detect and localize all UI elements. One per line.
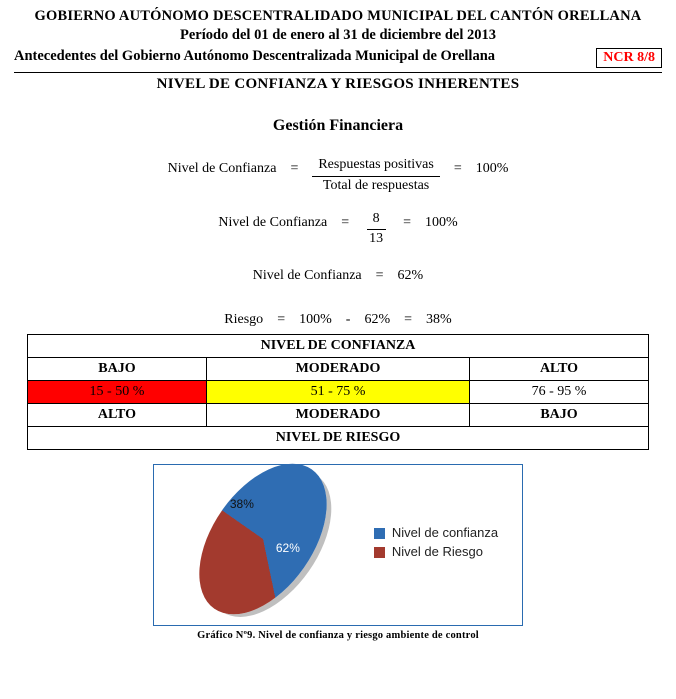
formula-4-b: 62% bbox=[364, 308, 390, 328]
ncr-badge: NCR 8/8 bbox=[596, 48, 662, 68]
chart-caption: Gráfico Nº9. Nivel de confianza y riesgo… bbox=[14, 630, 662, 641]
fraction-numerator: Respuestas positivas bbox=[312, 157, 440, 177]
formula-4: Riesgo = 100% - 62% = 38% bbox=[14, 308, 662, 328]
formula-1-rhs: 100% bbox=[476, 157, 509, 177]
fraction-denominator: 13 bbox=[363, 230, 389, 248]
formula-1: Nivel de Confianza = Respuestas positiva… bbox=[14, 157, 662, 195]
formula-3-rhs: 62% bbox=[398, 264, 424, 284]
formula-4-rhs: 38% bbox=[426, 308, 452, 328]
table-cell-range-low: 15 - 50 % bbox=[27, 381, 206, 404]
minus-sign: - bbox=[346, 308, 351, 328]
header-line-1: GOBIERNO AUTÓNOMO DESCENTRALIDADO MUNICI… bbox=[14, 8, 662, 25]
formula-2: Nivel de Confianza = 8 13 = 100% bbox=[14, 211, 662, 249]
equals-sign: = bbox=[277, 308, 285, 328]
fraction: 8 13 bbox=[363, 211, 389, 249]
table-cell-range-high: 76 - 95 % bbox=[470, 381, 649, 404]
section-title: NIVEL DE CONFIANZA Y RIESGOS INHERENTES bbox=[14, 73, 662, 99]
table-cell: MODERADO bbox=[206, 358, 469, 381]
equals-sign: = bbox=[403, 211, 411, 231]
subtitle: Gestión Financiera bbox=[14, 117, 662, 135]
formula-1-lhs: Nivel de Confianza bbox=[168, 157, 277, 177]
table-cell: MODERADO bbox=[206, 404, 469, 427]
formula-3: Nivel de Confianza = 62% bbox=[14, 264, 662, 284]
table-title-top: NIVEL DE CONFIANZA bbox=[27, 335, 648, 358]
equals-sign: = bbox=[290, 157, 298, 177]
formula-4-lhs: Riesgo bbox=[224, 308, 263, 328]
fraction: Respuestas positivas Total de respuestas bbox=[312, 157, 440, 195]
legend-label: Nivel de confianza bbox=[392, 525, 498, 540]
equals-sign: = bbox=[341, 211, 349, 231]
legend-swatch-red bbox=[374, 547, 385, 558]
fraction-denominator: Total de respuestas bbox=[317, 177, 435, 195]
equals-sign: = bbox=[454, 157, 462, 177]
pie-ellipse bbox=[173, 441, 352, 638]
formula-2-lhs: Nivel de Confianza bbox=[218, 211, 327, 231]
table-cell-range-mid: 51 - 75 % bbox=[206, 381, 469, 404]
legend-item-risk: Nivel de Riesgo bbox=[374, 544, 498, 559]
header-line-3: Antecedentes del Gobierno Autónomo Desce… bbox=[14, 48, 596, 68]
table-cell: ALTO bbox=[27, 404, 206, 427]
pie-label-risk: 38% bbox=[230, 497, 254, 511]
legend-swatch-blue bbox=[374, 528, 385, 539]
formula-3-lhs: Nivel de Confianza bbox=[253, 264, 362, 284]
pie-label-confidence: 62% bbox=[276, 541, 300, 555]
equals-sign: = bbox=[404, 308, 412, 328]
table-cell: BAJO bbox=[27, 358, 206, 381]
fraction-numerator: 8 bbox=[367, 211, 386, 231]
table-cell: ALTO bbox=[470, 358, 649, 381]
pie-chart: 38% 62% Nivel de confianza Nivel de Ries… bbox=[153, 464, 523, 626]
table-title-bottom: NIVEL DE RIESGO bbox=[27, 427, 648, 450]
chart-legend: Nivel de confianza Nivel de Riesgo bbox=[374, 521, 498, 563]
equals-sign: = bbox=[376, 264, 384, 284]
header-line-2: Período del 01 de enero al 31 de diciemb… bbox=[14, 27, 662, 44]
formula-2-rhs: 100% bbox=[425, 211, 458, 231]
legend-label: Nivel de Riesgo bbox=[392, 544, 483, 559]
header-row-3: Antecedentes del Gobierno Autónomo Desce… bbox=[14, 48, 662, 68]
confidence-risk-table: NIVEL DE CONFIANZA BAJO MODERADO ALTO 15… bbox=[27, 334, 649, 450]
legend-item-confidence: Nivel de confianza bbox=[374, 525, 498, 540]
table-cell: BAJO bbox=[470, 404, 649, 427]
formula-4-a: 100% bbox=[299, 308, 332, 328]
pie-chart-canvas: 38% 62% bbox=[178, 477, 358, 607]
